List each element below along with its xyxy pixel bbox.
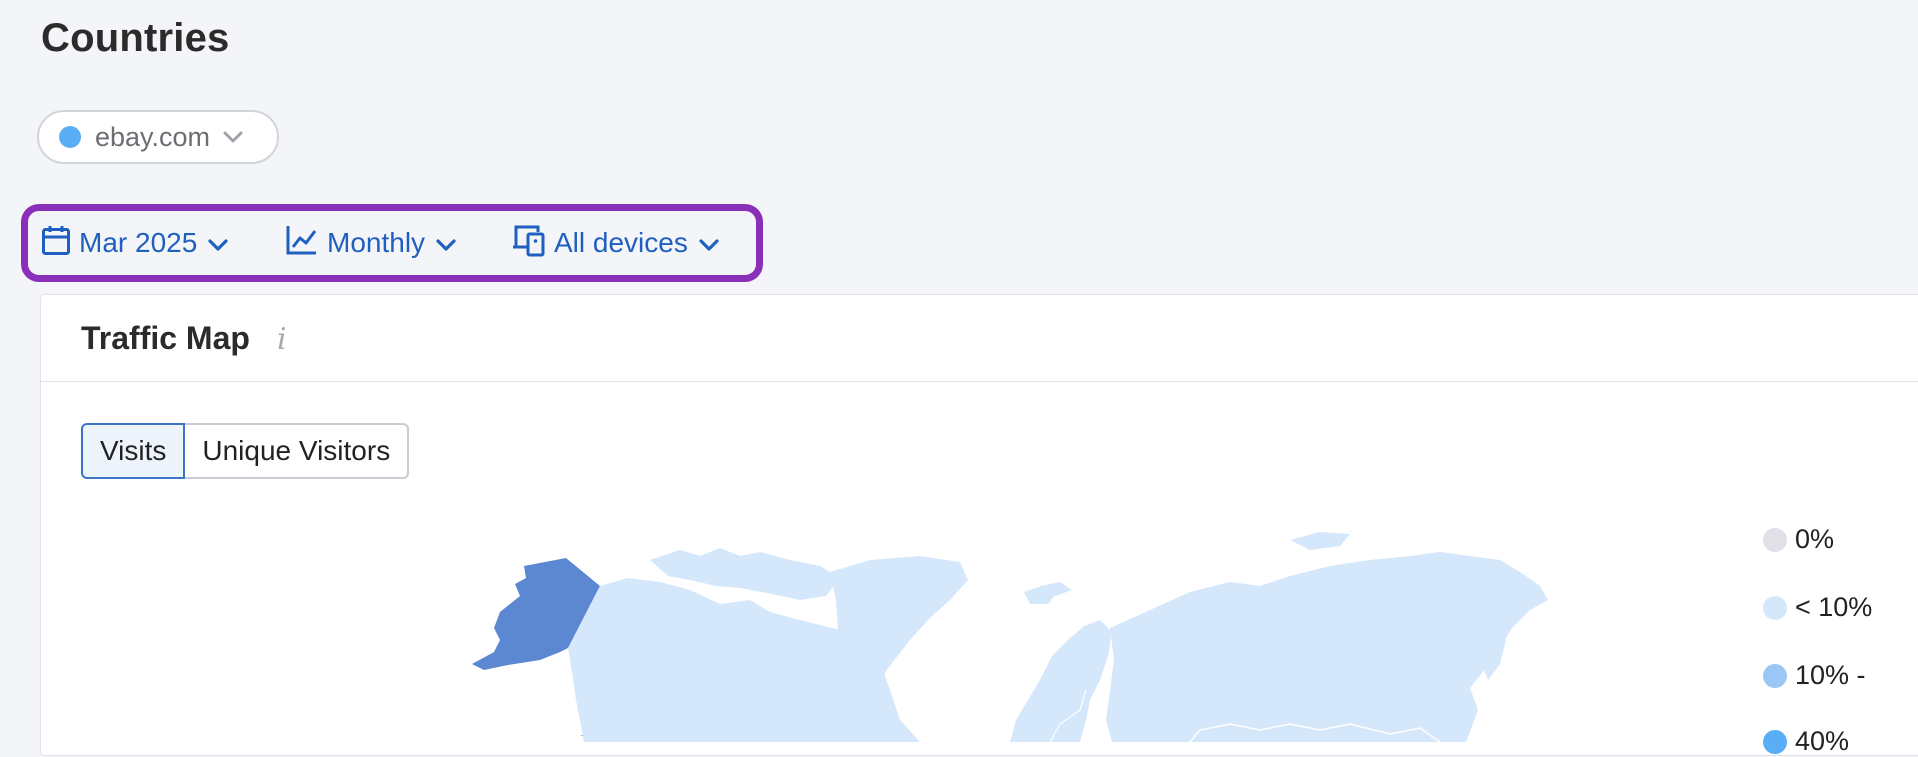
- map-region-russia[interactable]: [1106, 552, 1548, 742]
- legend-dot: [1763, 663, 1787, 688]
- map-region-arctic-islands-1[interactable]: [1290, 532, 1350, 550]
- legend-dot: [1763, 595, 1787, 620]
- world-map: [472, 532, 1548, 742]
- legend-item: < 10%: [1763, 592, 1872, 623]
- legend-label: 10% -: [1795, 660, 1866, 690]
- map-region-greenland[interactable]: [830, 556, 968, 712]
- legend-item: 0%: [1763, 524, 1834, 555]
- legend-label: < 10%: [1795, 592, 1873, 622]
- legend-label: 0%: [1795, 524, 1835, 554]
- legend-dot: [1763, 527, 1787, 552]
- legend-item: 10% -: [1763, 660, 1866, 691]
